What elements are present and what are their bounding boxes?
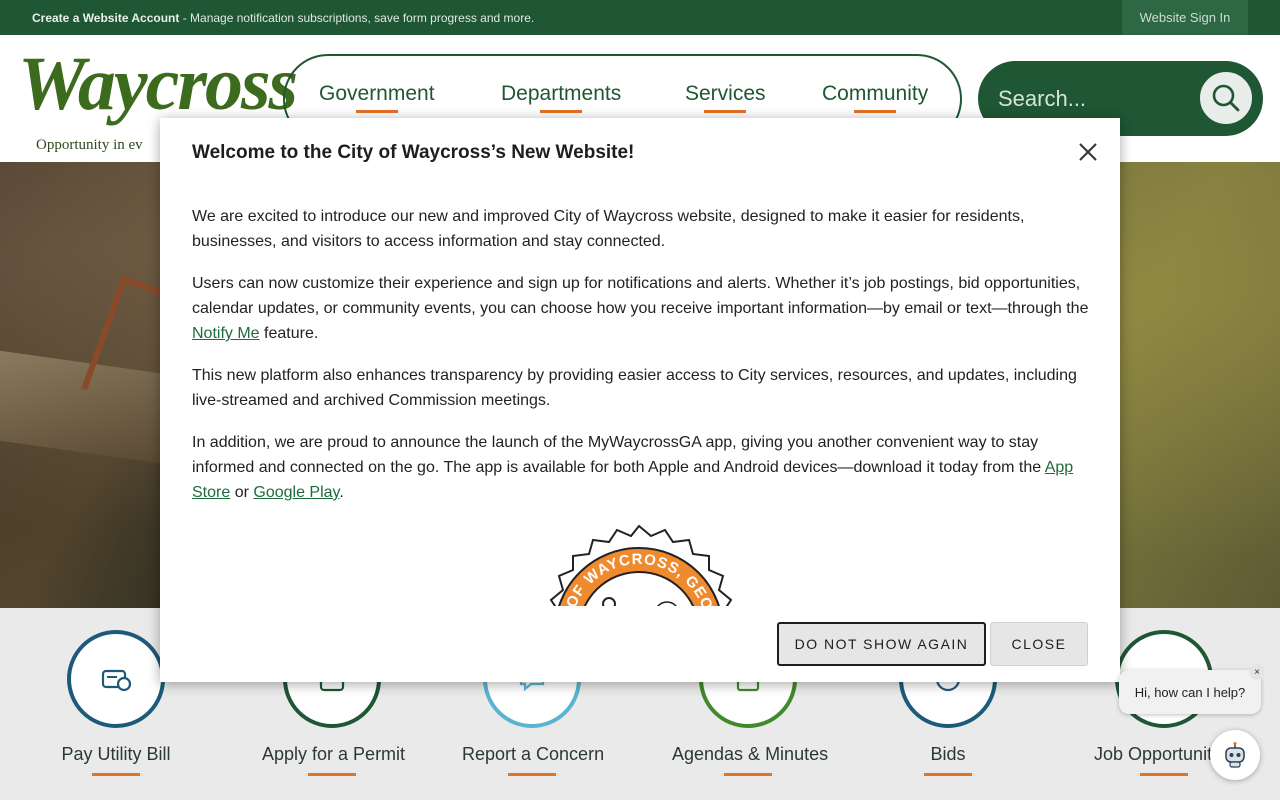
- dialog-paragraph-notify: Users can now customize their experience…: [192, 271, 1092, 346]
- close-button[interactable]: CLOSE: [990, 622, 1088, 666]
- city-seal-image: L OF WAYCROSS, GEOR: [519, 522, 759, 606]
- dialog-paragraph-transparency: This new platform also enhances transpar…: [192, 367, 1077, 409]
- chatbot-launcher[interactable]: [1210, 730, 1260, 780]
- seal-graphic: L OF WAYCROSS, GEOR: [549, 524, 733, 606]
- robot-icon: [1225, 742, 1245, 768]
- modal-overlay: Welcome to the City of Waycross’s New We…: [0, 0, 1280, 800]
- app-text-after: .: [339, 484, 344, 501]
- google-play-link[interactable]: Google Play: [253, 484, 339, 501]
- notify-text-after: feature.: [259, 325, 319, 342]
- dialog-body: We are excited to introduce our new and …: [192, 204, 1092, 606]
- do-not-show-again-button[interactable]: DO NOT SHOW AGAIN: [777, 622, 986, 666]
- dialog-paragraph-app: In addition, we are proud to announce th…: [192, 430, 1092, 505]
- chat-dismiss-icon[interactable]: ×: [1249, 664, 1265, 680]
- welcome-dialog: Welcome to the City of Waycross’s New We…: [160, 118, 1120, 682]
- notify-me-link[interactable]: Notify Me: [192, 325, 260, 342]
- dialog-title: Welcome to the City of Waycross’s New We…: [192, 142, 635, 163]
- close-icon[interactable]: [1074, 138, 1102, 166]
- chat-greeting-bubble[interactable]: Hi, how can I help?: [1119, 670, 1261, 714]
- app-text-or: or: [230, 484, 254, 501]
- app-text-before: In addition, we are proud to announce th…: [192, 434, 1045, 476]
- dialog-paragraph-intro: We are excited to introduce our new and …: [192, 208, 1025, 250]
- notify-text-before: Users can now customize their experience…: [192, 275, 1089, 317]
